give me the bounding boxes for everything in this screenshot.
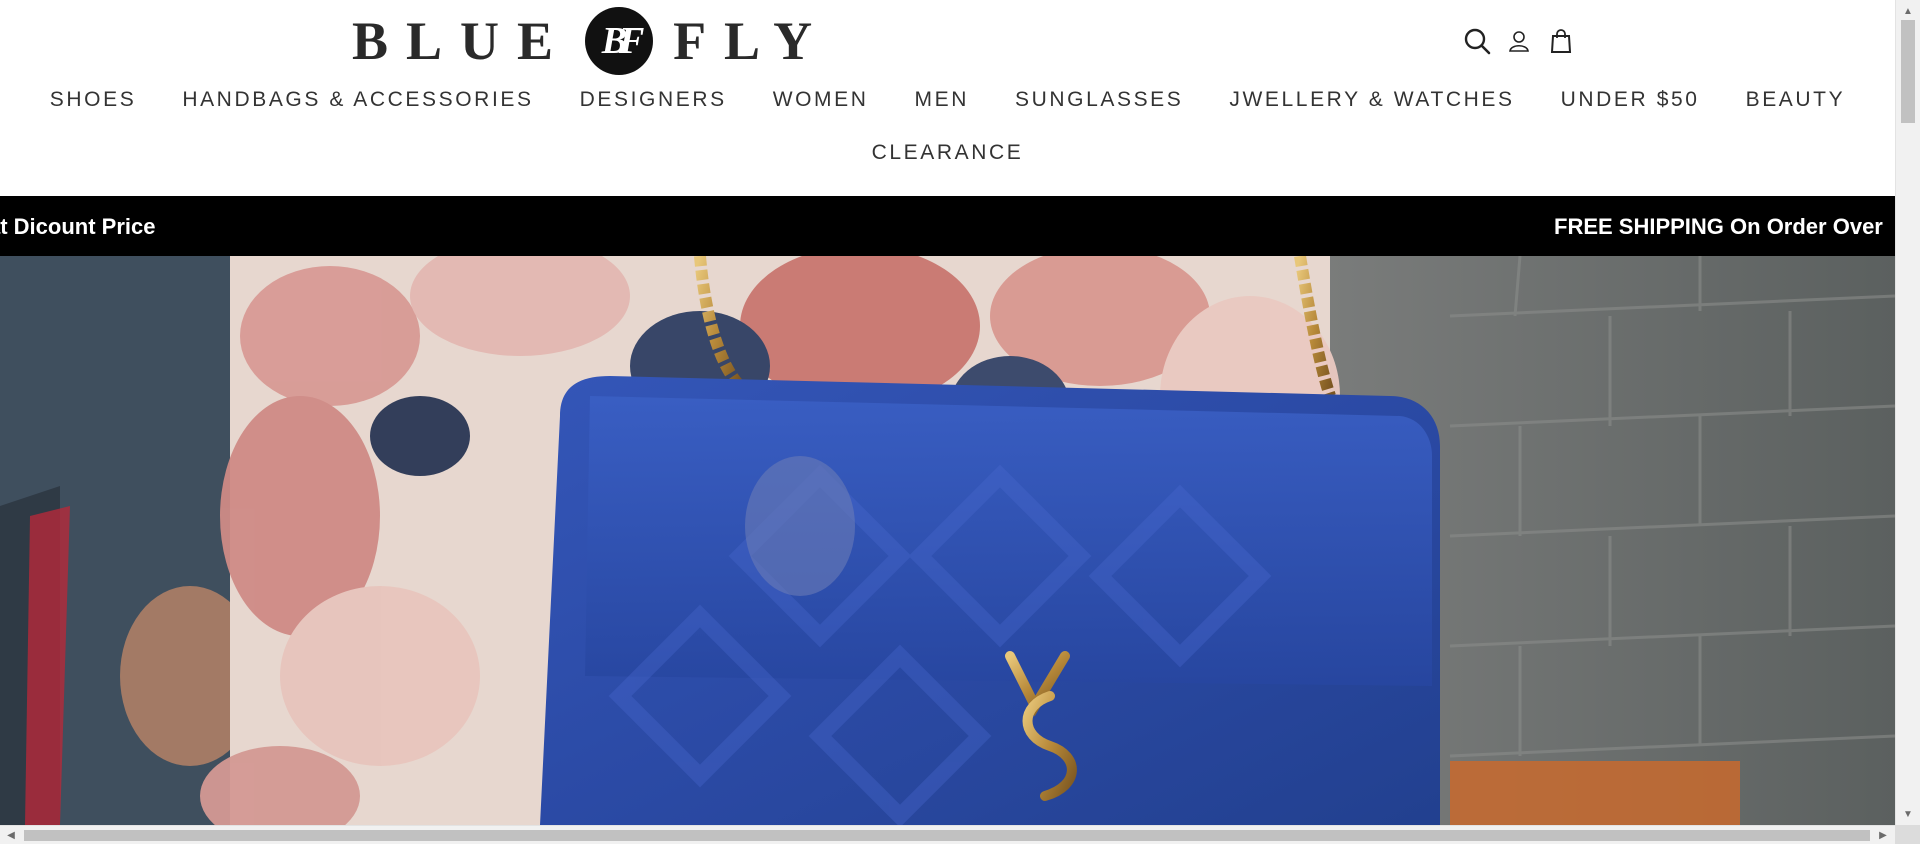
- nav-item-women[interactable]: WOMEN: [750, 88, 892, 112]
- announcement-text-right: FREE SHIPPING On Order Over: [1554, 214, 1883, 239]
- horizontal-scrollbar[interactable]: ◀ ▶: [0, 825, 1920, 844]
- nav-item-sunglasses[interactable]: SUNGLASSES: [992, 88, 1206, 112]
- hero-banner-image[interactable]: [0, 256, 1895, 825]
- nav-item-under-50[interactable]: UNDER $50: [1538, 88, 1723, 112]
- nav-item-beauty[interactable]: BEAUTY: [1723, 88, 1869, 112]
- nav-item-handbags-accessories[interactable]: HANDBAGS & ACCESSORIES: [159, 88, 556, 112]
- nav-row-secondary: CLEARANCE: [0, 133, 1895, 173]
- account-icon[interactable]: [1504, 26, 1534, 56]
- scroll-down-arrow-icon[interactable]: ▼: [1896, 805, 1920, 823]
- vertical-scroll-thumb[interactable]: [1901, 20, 1915, 123]
- main-navigation: SHOES HANDBAGS & ACCESSORIES DESIGNERS W…: [0, 80, 1895, 173]
- cart-icon[interactable]: [1546, 26, 1576, 56]
- nav-item-clearance[interactable]: CLEARANCE: [849, 141, 1047, 165]
- logo-monogram: BF: [585, 7, 654, 75]
- header-icon-group: [1462, 26, 1576, 56]
- announcement-bar: at Dicount Price FREE SHIPPING On Order …: [0, 196, 1895, 256]
- announcement-text-left: at Dicount Price: [0, 214, 156, 239]
- site-header: BLUE BF FLY SHOES HANDBAGS & ACCESSORIES…: [0, 0, 1895, 196]
- page-viewport: BLUE BF FLY SHOES HANDBAGS & ACCESSORIES…: [0, 0, 1895, 825]
- nav-item-jewellery-watches[interactable]: JWELLERY & WATCHES: [1206, 88, 1537, 112]
- vertical-scrollbar[interactable]: ▲ ▼: [1895, 0, 1920, 825]
- site-logo[interactable]: BLUE BF FLY: [352, 6, 830, 76]
- nav-item-men[interactable]: MEN: [892, 88, 992, 112]
- scroll-up-arrow-icon[interactable]: ▲: [1896, 2, 1920, 20]
- nav-row-primary: SHOES HANDBAGS & ACCESSORIES DESIGNERS W…: [0, 80, 1895, 120]
- hero-illustration: [0, 256, 1895, 825]
- logo-word-right: FLY: [673, 11, 831, 71]
- nav-item-shoes[interactable]: SHOES: [27, 88, 160, 112]
- scroll-left-arrow-icon[interactable]: ◀: [2, 826, 20, 844]
- scrollbar-corner: [1895, 825, 1920, 844]
- logo-word-left: BLUE: [352, 11, 572, 71]
- search-icon[interactable]: [1462, 26, 1492, 56]
- scroll-right-arrow-icon[interactable]: ▶: [1874, 826, 1892, 844]
- nav-item-designers[interactable]: DESIGNERS: [557, 88, 750, 112]
- horizontal-scroll-thumb[interactable]: [24, 830, 1870, 841]
